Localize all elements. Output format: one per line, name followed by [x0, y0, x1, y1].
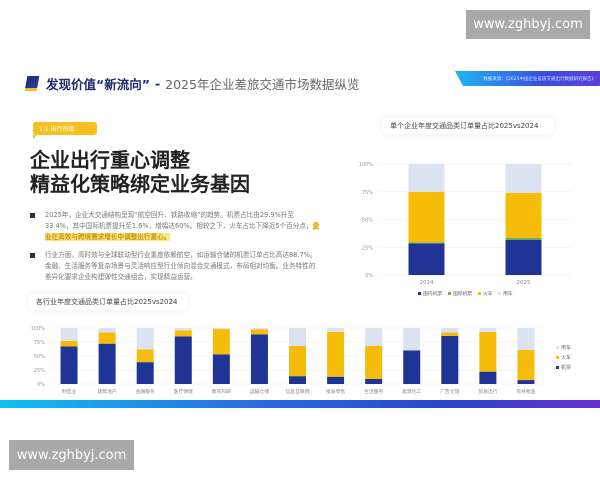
y-tick-label: 100% [359, 162, 374, 168]
x-tick-label: 金融服务 [136, 388, 155, 395]
legend-swatch [556, 346, 559, 349]
watermark-bottom: www.zghbyj.com [9, 440, 134, 470]
charts-canvas: 0%25%50%75%100%2024 2025国内机票 国际机票 火车 用车0%25%… [31, 162, 572, 395]
legend-label: 用车 [561, 344, 571, 351]
x-tick-label: 教育科研 [212, 388, 231, 395]
y-tick-label: 100% [31, 326, 46, 332]
bar-segment-火车 [517, 349, 535, 381]
x-tick-label: 能源化工 [402, 388, 421, 395]
bar-segment-火车 [174, 330, 192, 337]
bar-segment-用车 [441, 328, 459, 333]
bar-segment-国内机票 [505, 239, 542, 275]
bar-segment-用车 [212, 328, 230, 330]
bar-segment-火车 [408, 191, 445, 243]
x-tick-label: 广告文旅 [440, 388, 459, 395]
legend-label: 火车 [483, 290, 493, 297]
bar-segment-火车 [327, 331, 345, 377]
bar-segment-机票 [517, 380, 535, 384]
bar-segment-用车 [365, 328, 383, 346]
bar-segment-火车 [136, 349, 154, 363]
bar-segment-机票 [327, 376, 345, 384]
y-tick-label: 50% [34, 354, 45, 360]
bar-segment-国内机票 [408, 243, 445, 275]
bar-segment-用车 [505, 164, 542, 193]
bar-segment-国际机票 [408, 242, 445, 244]
bar-segment-用车 [250, 328, 268, 330]
x-tick-label: 2025 [517, 280, 531, 286]
legend-swatch [556, 366, 559, 369]
bar-segment-用车 [517, 328, 535, 350]
legend-label: 机票 [561, 364, 571, 371]
legend-label: 火车 [561, 354, 571, 361]
x-tick-label: 运输仓储 [250, 388, 269, 395]
bar-segment-机票 [60, 346, 78, 384]
bar-segment-火车 [250, 329, 268, 335]
x-tick-label: 农林牧渔 [516, 388, 535, 395]
y-tick-label: 25% [34, 368, 45, 374]
bar-segment-机票 [441, 335, 459, 384]
bar-segment-机票 [250, 334, 268, 384]
x-tick-label: 批发零售 [326, 388, 345, 395]
bar-segment-火车 [98, 332, 116, 344]
x-tick-label: 医疗保健 [174, 388, 193, 395]
bar-segment-机票 [174, 336, 192, 384]
legend-swatch [448, 292, 451, 295]
bar-segment-用车 [408, 164, 445, 192]
bar-segment-火车 [60, 340, 78, 347]
bar-segment-火车 [441, 332, 459, 336]
legend-swatch [418, 292, 421, 295]
bar-segment-用车 [60, 328, 78, 341]
bar-segment-火车 [365, 345, 383, 379]
legend-label: 国际机票 [453, 290, 472, 297]
legend-swatch [556, 356, 559, 359]
bar-segment-用车 [403, 328, 421, 351]
bar-segment-用车 [479, 328, 497, 332]
bar-segment-用车 [174, 328, 192, 331]
bar-segment-用车 [289, 328, 306, 346]
bar-segment-机票 [479, 371, 497, 384]
y-tick-label: 0% [37, 382, 45, 388]
bar-segment-火车 [505, 192, 542, 238]
legend-label: 国内机票 [423, 290, 442, 297]
bar-segment-机票 [98, 343, 116, 384]
x-tick-label: 制造业 [62, 388, 77, 395]
bar-segment-机票 [403, 350, 421, 384]
bar-segment-机票 [136, 362, 154, 384]
bar-segment-火车 [212, 329, 230, 355]
bar-segment-机票 [212, 354, 230, 384]
legend-swatch [478, 292, 481, 295]
slide: 发现价值“新流向” - 2025年企业差旅交通市场数据纵览 数据来源：《2025… [0, 60, 600, 408]
y-tick-label: 75% [362, 190, 373, 196]
watermark-top: www.zghbyj.com [466, 10, 590, 39]
bar-segment-机票 [289, 376, 306, 384]
bar-segment-机票 [365, 378, 383, 384]
y-tick-label: 75% [34, 340, 45, 346]
bar-segment-用车 [136, 328, 154, 350]
bar-segment-用车 [327, 328, 345, 332]
bar-segment-火车 [479, 331, 497, 372]
bar-segment-国际机票 [505, 237, 542, 240]
gradient-footer-bar [0, 400, 600, 408]
y-tick-label: 50% [362, 218, 373, 224]
y-tick-label: 0% [365, 273, 373, 279]
x-tick-label: 建筑地产 [98, 388, 117, 395]
x-tick-label: 2024 [420, 280, 434, 286]
x-tick-label: 信息互联网 [286, 388, 310, 395]
x-tick-label: 生活服务 [364, 388, 383, 395]
legend-swatch [498, 292, 501, 295]
bar-segment-火车 [289, 345, 306, 377]
x-tick-label: 贸易出行 [478, 388, 497, 395]
legend-label: 用车 [503, 290, 513, 297]
bar-segment-用车 [98, 328, 116, 333]
y-tick-label: 25% [362, 245, 373, 251]
